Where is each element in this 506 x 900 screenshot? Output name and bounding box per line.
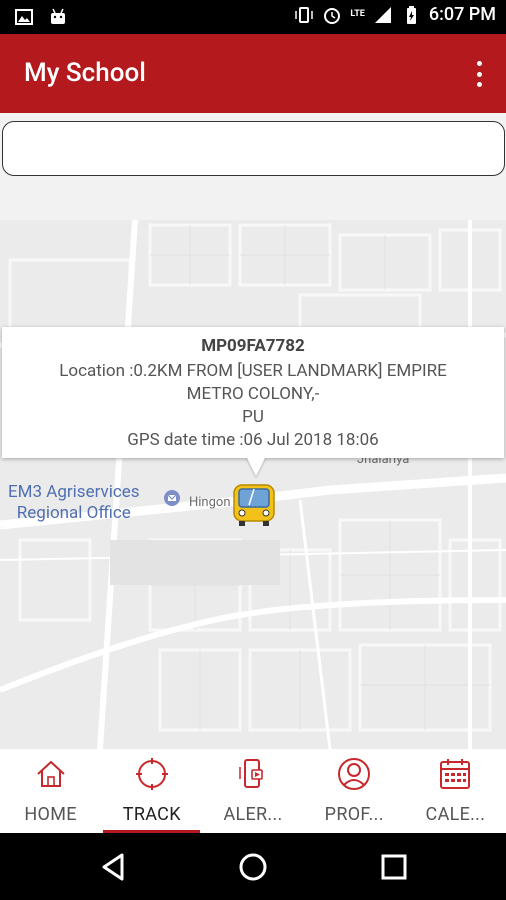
nav-track[interactable]: TRACK [101,749,202,833]
home-icon [36,760,65,787]
vibrate-icon [295,6,314,23]
map-place-label[interactable]: EM3 Agriservices Regional Office [8,482,140,524]
office-label-line1: EM3 Agriservices [8,482,140,502]
signal-icon [374,6,391,23]
nav-track-label: TRACK [122,804,181,825]
back-icon[interactable] [98,851,130,883]
home-circle-icon[interactable] [237,851,269,883]
battery-icon [406,5,416,24]
location-line2: METRO COLONY,- [186,384,320,404]
nav-alerts-label: ALER... [223,804,283,825]
calendar-icon [440,759,471,789]
recents-icon[interactable] [378,851,410,883]
office-poi-icon[interactable] [162,488,182,508]
info-window-pointer [246,456,266,476]
nav-profile[interactable]: PROF... [304,749,405,833]
nav-calendar-label: CALE... [425,804,486,825]
bus-icon[interactable] [231,481,277,527]
vehicle-number: MP09FA7782 [201,336,305,356]
app-title: My School [24,58,146,88]
profile-icon [338,758,371,790]
network-label: LTE [350,9,365,19]
nav-alerts[interactable]: ALER... [202,749,303,833]
status-time: 6:07 PM [428,4,496,25]
track-icon [135,758,168,790]
app-bar: My School [0,34,506,113]
search-area [0,113,506,220]
nav-calendar[interactable]: CALE... [405,749,506,833]
alert-icon [239,759,263,788]
status-bar: LTE 6:07 PM [0,0,506,34]
overflow-menu-icon[interactable] [474,61,484,87]
gps-datetime: GPS date time :06 Jul 2018 18:06 [127,430,379,450]
office-label-line2: Regional Office [16,503,131,523]
search-input[interactable] [2,121,505,176]
android-icon [51,8,65,24]
location-line1: Location :0.2KM FROM [USER LANDMARK] EMP… [59,361,447,381]
location-line3: PU [242,407,264,427]
road-label: Hingon [189,495,231,510]
system-navigation-bar [0,833,506,900]
nav-home-label: HOME [24,804,77,825]
image-icon [15,9,33,25]
bottom-navigation: HOME TRACK ALER... PROF... CALE... [0,749,506,833]
nav-home[interactable]: HOME [0,749,101,833]
vehicle-info-window[interactable]: MP09FA7782 Location :0.2KM FROM [USER LA… [2,327,504,458]
nav-profile-label: PROF... [324,804,384,825]
alarm-icon [324,7,341,24]
